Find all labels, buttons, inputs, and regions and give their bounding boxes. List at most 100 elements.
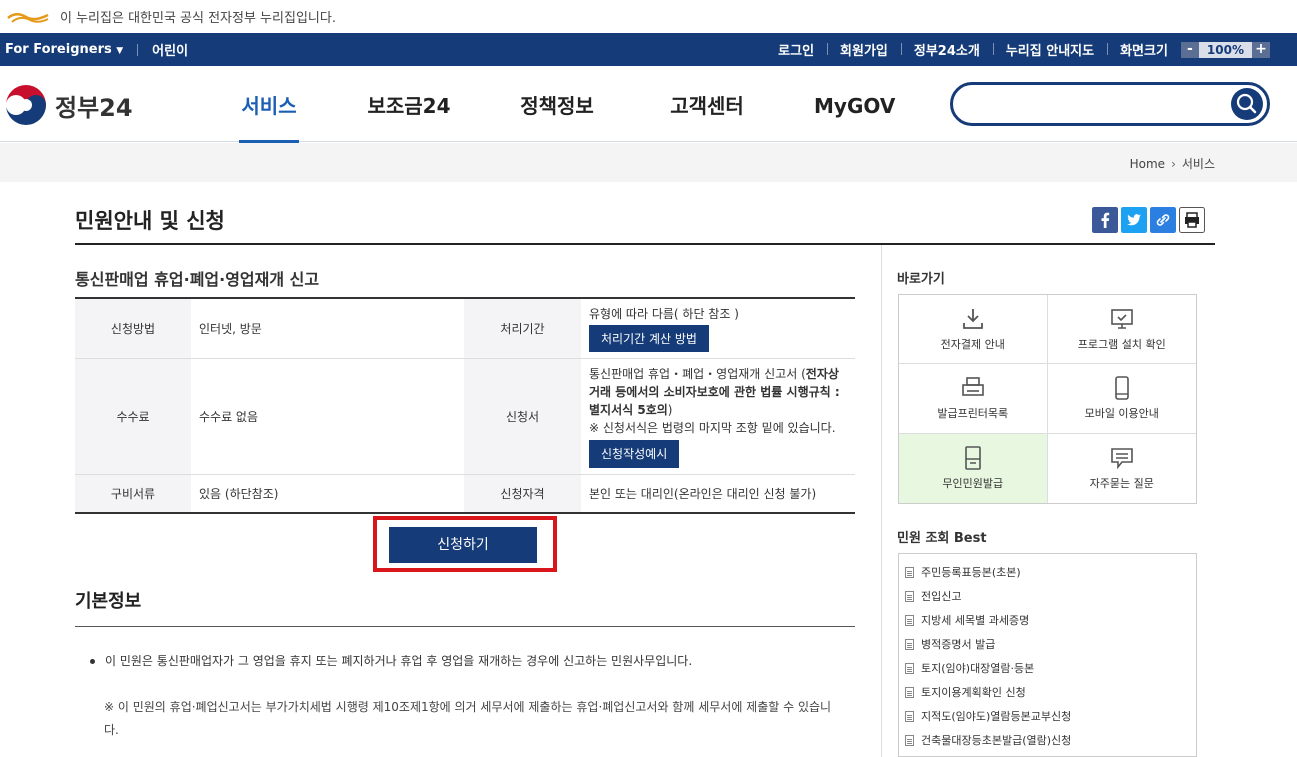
form-example-button[interactable]: 신청작성예시 [589, 440, 680, 468]
table-row: 신청방법 인터넷, 방문 처리기간 유형에 따라 다름( 하단 참조 ) 처리기… [75, 298, 855, 359]
nav-policy-info[interactable]: 정책정보 [516, 66, 598, 142]
quick-link-mobile[interactable]: 모바일 이용안내 [1047, 364, 1196, 434]
zoom-value: 100% [1206, 42, 1244, 57]
best-list-title: 민원 조회 Best [897, 531, 987, 546]
table-cell: 통신판매업 휴업・폐업・영업재개 신고서 (전자상거래 등에서의 소비자보호에 … [581, 358, 855, 475]
breadcrumb-current[interactable]: 서비스 [1182, 155, 1215, 172]
table-cell: 본인 또는 대리인(온라인은 대리인 신청 불가) [581, 474, 855, 513]
application-form-text: 통신판매업 휴업・폐업・영업재개 신고서 (전자상거래 등에서의 소비자보호에 … [589, 367, 840, 417]
search-icon [1236, 93, 1257, 114]
zoom-in-button[interactable]: + [1252, 41, 1270, 58]
quick-link-program[interactable]: 프로그램 설치 확인 [1047, 295, 1196, 365]
kiosk-icon [964, 446, 981, 471]
link-icon[interactable] [1150, 207, 1176, 233]
processing-period-text: 유형에 따라 다름( 하단 참조 ) [589, 307, 739, 321]
caret-down-icon: ▼ [116, 46, 124, 56]
kids-link[interactable]: 어린이 [152, 40, 188, 59]
table-header-cell: 처리기간 [464, 298, 581, 359]
list-item[interactable]: 주민등록표등본(초본) [905, 560, 1196, 584]
facebook-icon[interactable] [1092, 207, 1118, 233]
list-item[interactable]: 토지이용계획확인 신청 [905, 680, 1196, 704]
table-row: 구비서류 있음 (하단참조) 신청자격 본인 또는 대리인(온라인은 대리인 신… [75, 474, 855, 513]
sitemap-link[interactable]: 누리집 안내지도 [992, 40, 1107, 59]
list-item[interactable]: 병적증명서 발급 [905, 632, 1196, 656]
quick-link-faq[interactable]: 자주묻는 질문 [1048, 434, 1197, 503]
login-link[interactable]: 로그인 [765, 40, 827, 59]
share-buttons [1092, 207, 1205, 233]
service-info-table: 신청방법 인터넷, 방문 처리기간 유형에 따라 다름( 하단 참조 ) 처리기… [75, 297, 855, 514]
document-icon [905, 614, 914, 626]
basic-info-text: 이 민원은 통신판매업자가 그 영업을 휴지 또는 폐지하거나 휴업 후 영업을… [90, 650, 850, 672]
nav-mygov[interactable]: MyGOV [814, 66, 895, 142]
search-box[interactable] [950, 82, 1270, 126]
printer-icon [961, 377, 984, 397]
search-input[interactable] [967, 91, 1227, 117]
table-header-cell: 신청방법 [75, 298, 191, 359]
table-cell: 인터넷, 방문 [191, 298, 464, 359]
basic-info-note: ※ 이 민원의 휴업·폐업신고서는 부가가치세법 시행령 제10조제1항에 의거… [104, 700, 832, 737]
nav-subsidy24[interactable]: 보조금24 [367, 66, 451, 142]
nav-customer-center[interactable]: 고객센터 [666, 66, 748, 142]
chat-icon [1110, 448, 1133, 470]
table-header-cell: 구비서류 [75, 474, 191, 513]
basic-info-title: 기본정보 [75, 591, 142, 612]
gov-banner: 이 누리집은 대한민국 공식 전자정부 누리집입니다. [0, 0, 1297, 33]
taegeuk-logo-icon [6, 85, 46, 125]
table-header-cell: 신청자격 [464, 474, 581, 513]
zoom-control: - 100% + [1180, 41, 1270, 58]
signup-link[interactable]: 회원가입 [827, 40, 901, 59]
calc-period-button[interactable]: 처리기간 계산 방법 [589, 325, 709, 352]
quick-link-kiosk[interactable]: 무인민원발급 [899, 433, 1048, 503]
table-row: 수수료 수수료 없음 신청서 통신판매업 휴업・폐업・영업재개 신고서 (전자상… [75, 358, 855, 475]
list-item[interactable]: 지방세 세목별 과세증명 [905, 608, 1196, 632]
document-icon [905, 566, 914, 578]
header: 정부24 서비스 보조금24 정책정보 고객센터 MyGOV [0, 66, 1297, 144]
monitor-icon [1110, 309, 1133, 329]
egov-logo-icon [7, 12, 49, 23]
bullet-icon [90, 659, 95, 664]
document-icon [905, 686, 914, 698]
screen-size-label: 화면크기 [1107, 40, 1181, 59]
title-divider [75, 243, 1215, 245]
about-link[interactable]: 정부24소개 [900, 40, 993, 59]
site-logo[interactable]: 정부24 [5, 84, 133, 126]
document-icon [905, 710, 914, 722]
twitter-icon[interactable] [1121, 207, 1147, 233]
logo-text: 정부24 [55, 93, 133, 122]
table-header-cell: 수수료 [75, 358, 191, 475]
list-item[interactable]: 전입신고 [905, 584, 1196, 608]
table-cell: 있음 (하단참조) [191, 474, 464, 513]
document-icon [905, 590, 914, 602]
search-button[interactable] [1231, 88, 1263, 120]
quick-link-printer[interactable]: 발급프린터목록 [899, 364, 1048, 434]
table-cell: 유형에 따라 다름( 하단 참조 ) 처리기간 계산 방법 [581, 298, 855, 359]
table-cell: 수수료 없음 [191, 358, 464, 475]
document-icon [905, 638, 914, 650]
breadcrumb-home[interactable]: Home [1130, 157, 1165, 171]
gov-banner-text: 이 누리집은 대한민국 공식 전자정부 누리집입니다. [60, 11, 336, 26]
main-nav: 서비스 보조금24 정책정보 고객센터 MyGOV [205, 66, 895, 144]
quick-link-payment[interactable]: 전자결제 안내 [899, 295, 1048, 365]
nav-services[interactable]: 서비스 [239, 66, 299, 144]
breadcrumb: Home › 서비스 [1130, 155, 1215, 172]
breadcrumb-bar: Home › 서비스 [0, 143, 1297, 182]
service-title: 통신판매업 휴업·폐업·영업재개 신고 [75, 270, 320, 289]
document-icon [905, 734, 914, 746]
for-foreigners-link[interactable]: For Foreigners ▼ [5, 42, 123, 57]
list-item[interactable]: 토지(임야)대장열람·등본 [905, 656, 1196, 680]
list-item[interactable]: 건축물대장등초본발급(열람)신청 [905, 728, 1196, 752]
mobile-icon [1114, 376, 1129, 401]
list-item[interactable]: 지적도(임야도)열람등본교부신청 [905, 704, 1196, 728]
utility-bar: For Foreigners ▼ 어린이 로그인 회원가입 정부24소개 누리집… [0, 33, 1297, 66]
print-icon[interactable] [1179, 207, 1205, 233]
chevron-right-icon: › [1171, 156, 1176, 171]
best-list: 주민등록표등본(초본) 전입신고 지방세 세목별 과세증명 병적증명서 발급 토… [898, 553, 1197, 757]
zoom-out-button[interactable]: - [1180, 41, 1199, 58]
form-note: ※ 신청서식은 법령의 마지막 조항 밑에 있습니다. [589, 421, 836, 435]
basic-info-divider [75, 626, 855, 627]
sidebar-divider [881, 245, 882, 757]
quick-links-title: 바로가기 [897, 272, 945, 287]
quick-links-grid: 전자결제 안내 프로그램 설치 확인 발급프린터목록 모바일 이용안내 무인민원… [898, 294, 1197, 504]
download-icon [962, 309, 983, 330]
apply-button[interactable]: 신청하기 [389, 527, 537, 563]
